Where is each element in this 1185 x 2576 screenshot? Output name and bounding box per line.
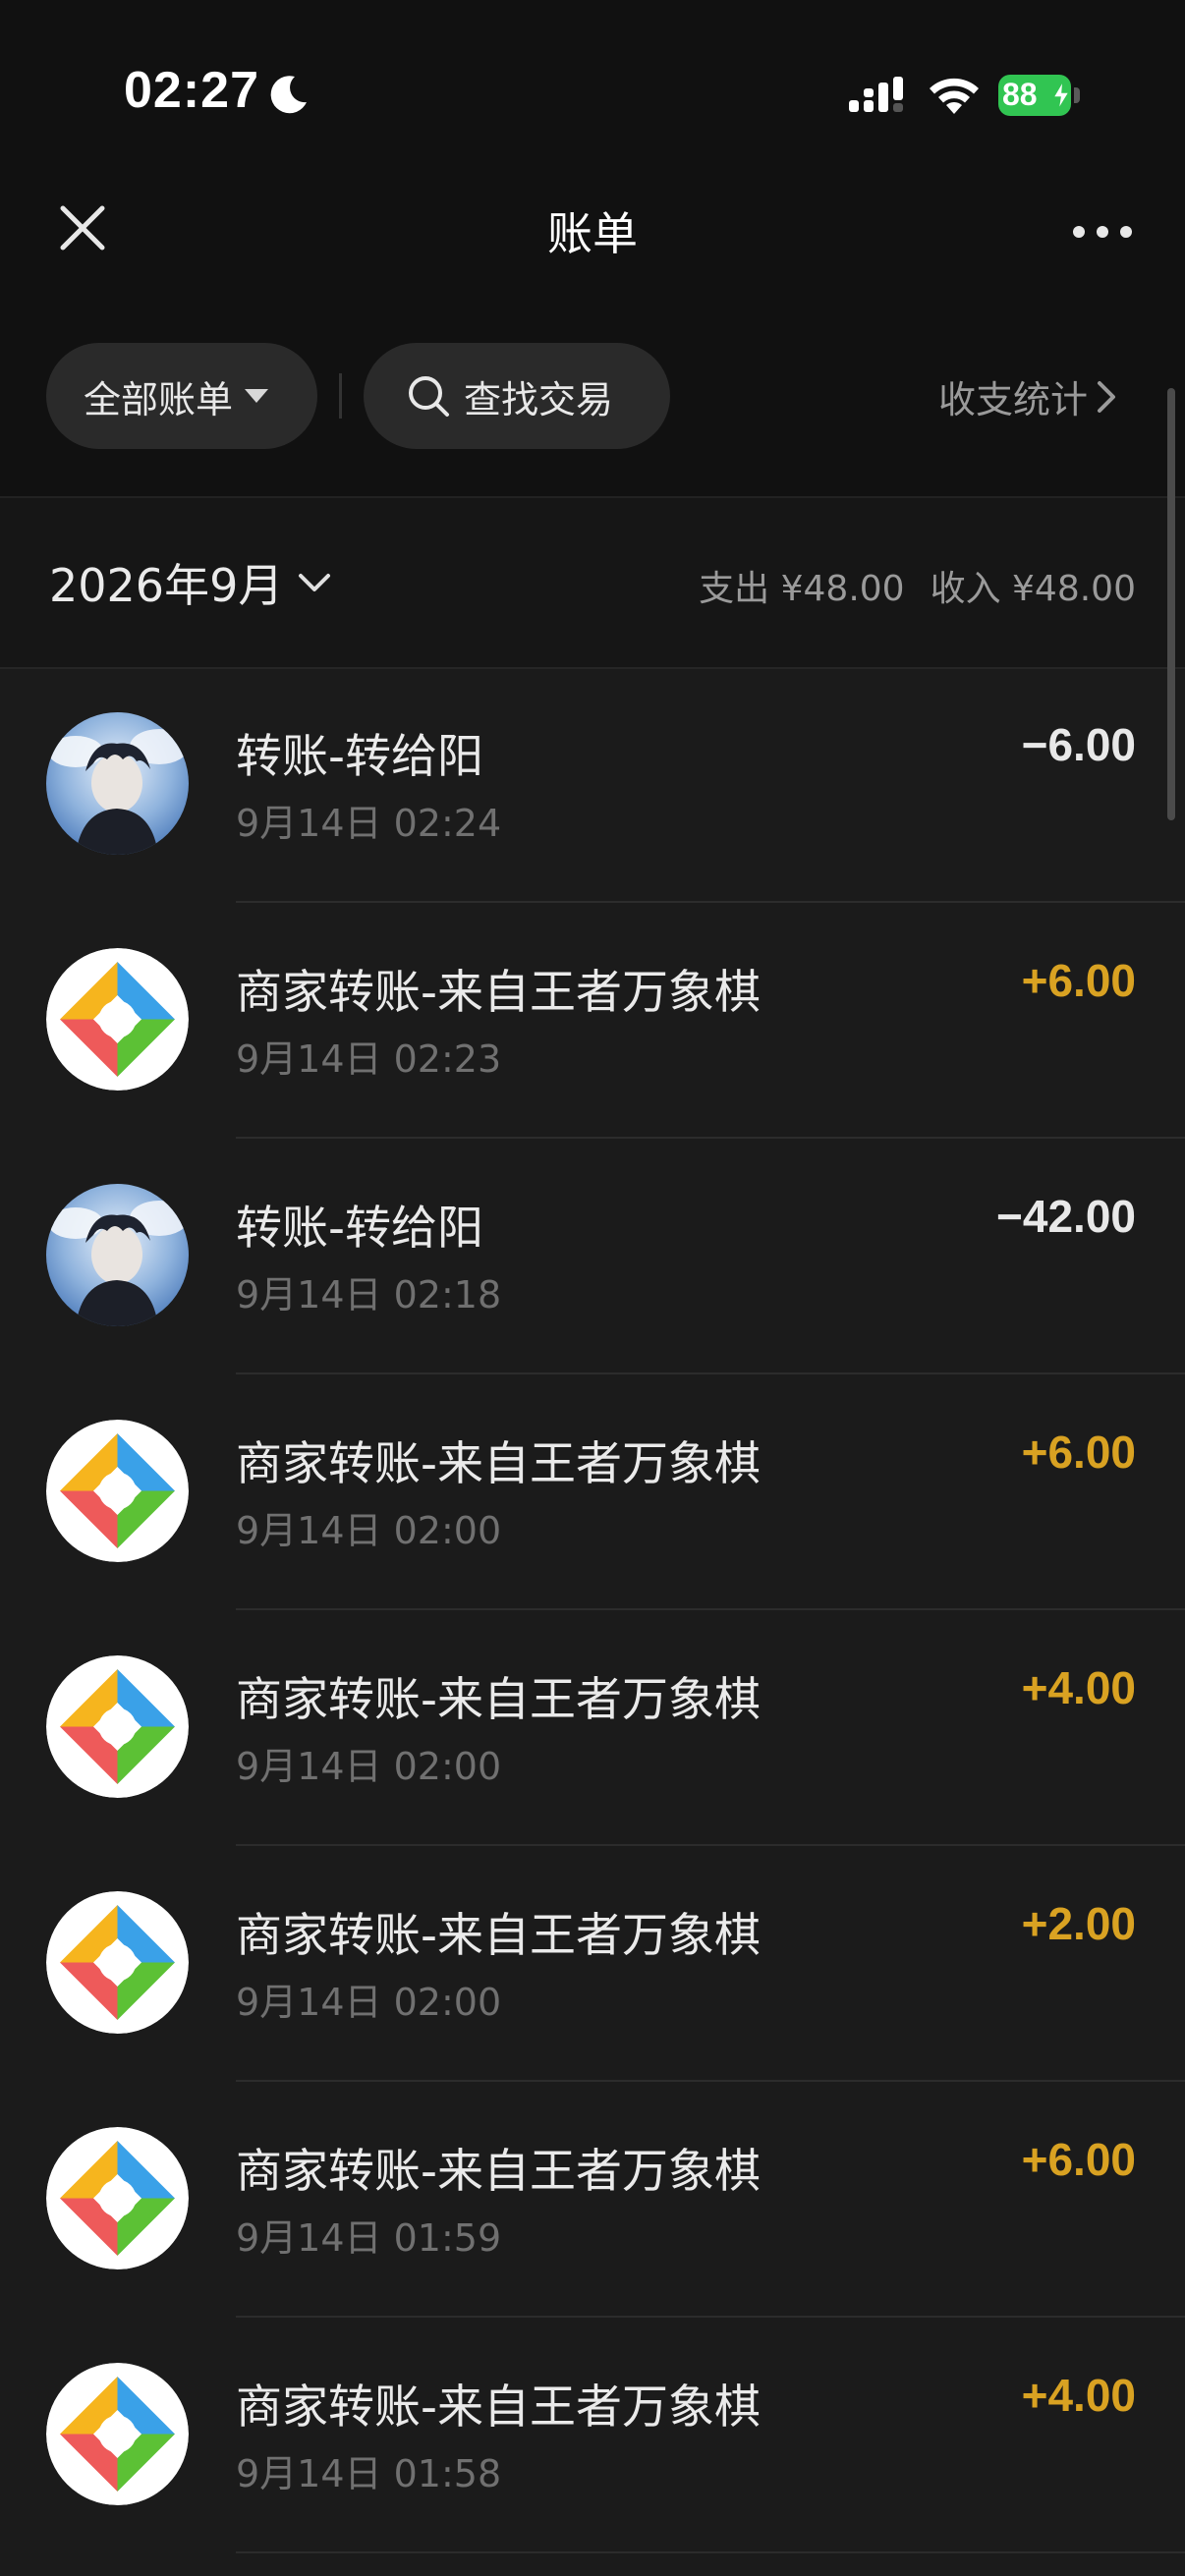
transaction-amount: +6.00 [1021,2134,1136,2185]
all-bills-dropdown[interactable]: 全部账单 [46,343,317,449]
transaction-row[interactable]: 商家转账-来自王者万象棋 9月14日 02:00 +4.00 [0,1610,1185,1846]
chevron-down-icon [299,574,331,591]
transaction-title: 转账-转给阳 [236,1202,483,1256]
transaction-time: 9月14日 02:00 [236,1509,502,1552]
transaction-title: 商家转账-来自王者万象棋 [236,2380,761,2435]
income-expense-stats-link[interactable]: 收支统计 [938,369,1117,423]
transaction-amount: +4.00 [1021,2370,1136,2421]
merchant-logo-image [46,948,189,1091]
user-avatar-image [46,1184,189,1326]
merchant-logo-icon [46,1420,189,1562]
transaction-row[interactable]: 转账-转给阳 9月14日 02:24 −6.00 [0,667,1185,903]
transaction-time: 9月14日 01:58 [236,2452,502,2495]
month-label: 2026年9月 [49,559,284,612]
caret-down-icon [245,389,269,403]
filter-divider [339,373,342,419]
scrollbar[interactable] [1167,388,1175,820]
user-avatar [46,1184,189,1326]
transaction-amount: +2.00 [1021,1898,1136,1949]
transaction-row[interactable]: 商家转账-来自王者万象棋 9月14日 02:23 +6.00 [0,903,1185,1139]
transaction-time: 9月14日 02:24 [236,802,502,845]
income-total: 收入 ¥48.00 [930,569,1136,609]
row-divider [236,2551,1185,2553]
merchant-logo-icon [46,2363,189,2505]
transaction-amount: −42.00 [996,1191,1136,1242]
merchant-logo-image [46,1655,189,1798]
transaction-row[interactable]: 商家转账-来自王者万象棋 9月14日 02:00 +2.00 [0,1846,1185,2082]
transaction-title: 商家转账-来自王者万象棋 [236,966,761,1020]
signal-icon [849,77,903,112]
status-time: 02:27 [124,62,259,119]
merchant-logo-icon [46,948,189,1091]
transaction-list: 转账-转给阳 9月14日 02:24 −6.00 商家转账-来自王者万象棋 9月14日… [0,667,1185,2553]
merchant-logo-image [46,1420,189,1562]
transaction-title: 商家转账-来自王者万象棋 [236,1673,761,1727]
search-transactions-button[interactable]: 查找交易 [364,343,670,449]
transaction-amount: +4.00 [1021,1662,1136,1713]
stats-label: 收支统计 [938,378,1089,421]
battery-icon: 88 [998,75,1081,116]
transaction-amount: +6.00 [1021,1427,1136,1478]
search-icon [409,376,449,417]
transaction-row[interactable]: 商家转账-来自王者万象棋 9月14日 01:58 +4.00 [0,2318,1185,2553]
expense-total: 支出 ¥48.00 [699,569,905,609]
bill-screen: 02:27 88 账单 全部账单 查找交易 收支统计 2026年9月 支出 ¥4… [0,0,1185,2576]
transaction-time: 9月14日 02:18 [236,1273,502,1316]
all-bills-label: 全部账单 [84,377,234,421]
transaction-amount: +6.00 [1021,955,1136,1006]
transaction-title: 商家转账-来自王者万象棋 [236,1909,761,1963]
wifi-icon [930,78,979,114]
transaction-time: 9月14日 01:59 [236,2216,502,2260]
merchant-logo-icon [46,1891,189,2034]
merchant-logo-image [46,1891,189,2034]
transaction-title: 商家转账-来自王者万象棋 [236,2145,761,2199]
transaction-row[interactable]: 转账-转给阳 9月14日 02:18 −42.00 [0,1139,1185,1374]
user-avatar-image [46,712,189,855]
transaction-time: 9月14日 02:23 [236,1037,502,1081]
user-avatar [46,712,189,855]
transaction-title: 转账-转给阳 [236,730,483,784]
merchant-logo-icon [46,2127,189,2269]
merchant-logo-image [46,2363,189,2505]
page-title: 账单 [547,207,638,260]
charging-bolt-icon [1051,81,1071,110]
month-selector[interactable]: 2026年9月 [49,550,332,615]
transaction-row[interactable]: 商家转账-来自王者万象棋 9月14日 02:00 +6.00 [0,1374,1185,1610]
chevron-right-icon [1098,380,1116,413]
merchant-logo-icon [46,1655,189,1798]
transaction-time: 9月14日 02:00 [236,1981,502,2024]
transaction-time: 9月14日 02:00 [236,1745,502,1788]
merchant-logo-image [46,2127,189,2269]
battery-tip [1074,87,1080,103]
month-totals: 支出 ¥48.00 收入 ¥48.00 [699,560,1136,611]
transaction-title: 商家转账-来自王者万象棋 [236,1437,761,1491]
more-icon[interactable] [1071,210,1134,253]
moon-icon [270,76,307,114]
transaction-amount: −6.00 [1021,719,1136,770]
search-label: 查找交易 [464,377,614,421]
transaction-row[interactable]: 商家转账-来自王者万象棋 9月14日 01:59 +6.00 [0,2082,1185,2318]
